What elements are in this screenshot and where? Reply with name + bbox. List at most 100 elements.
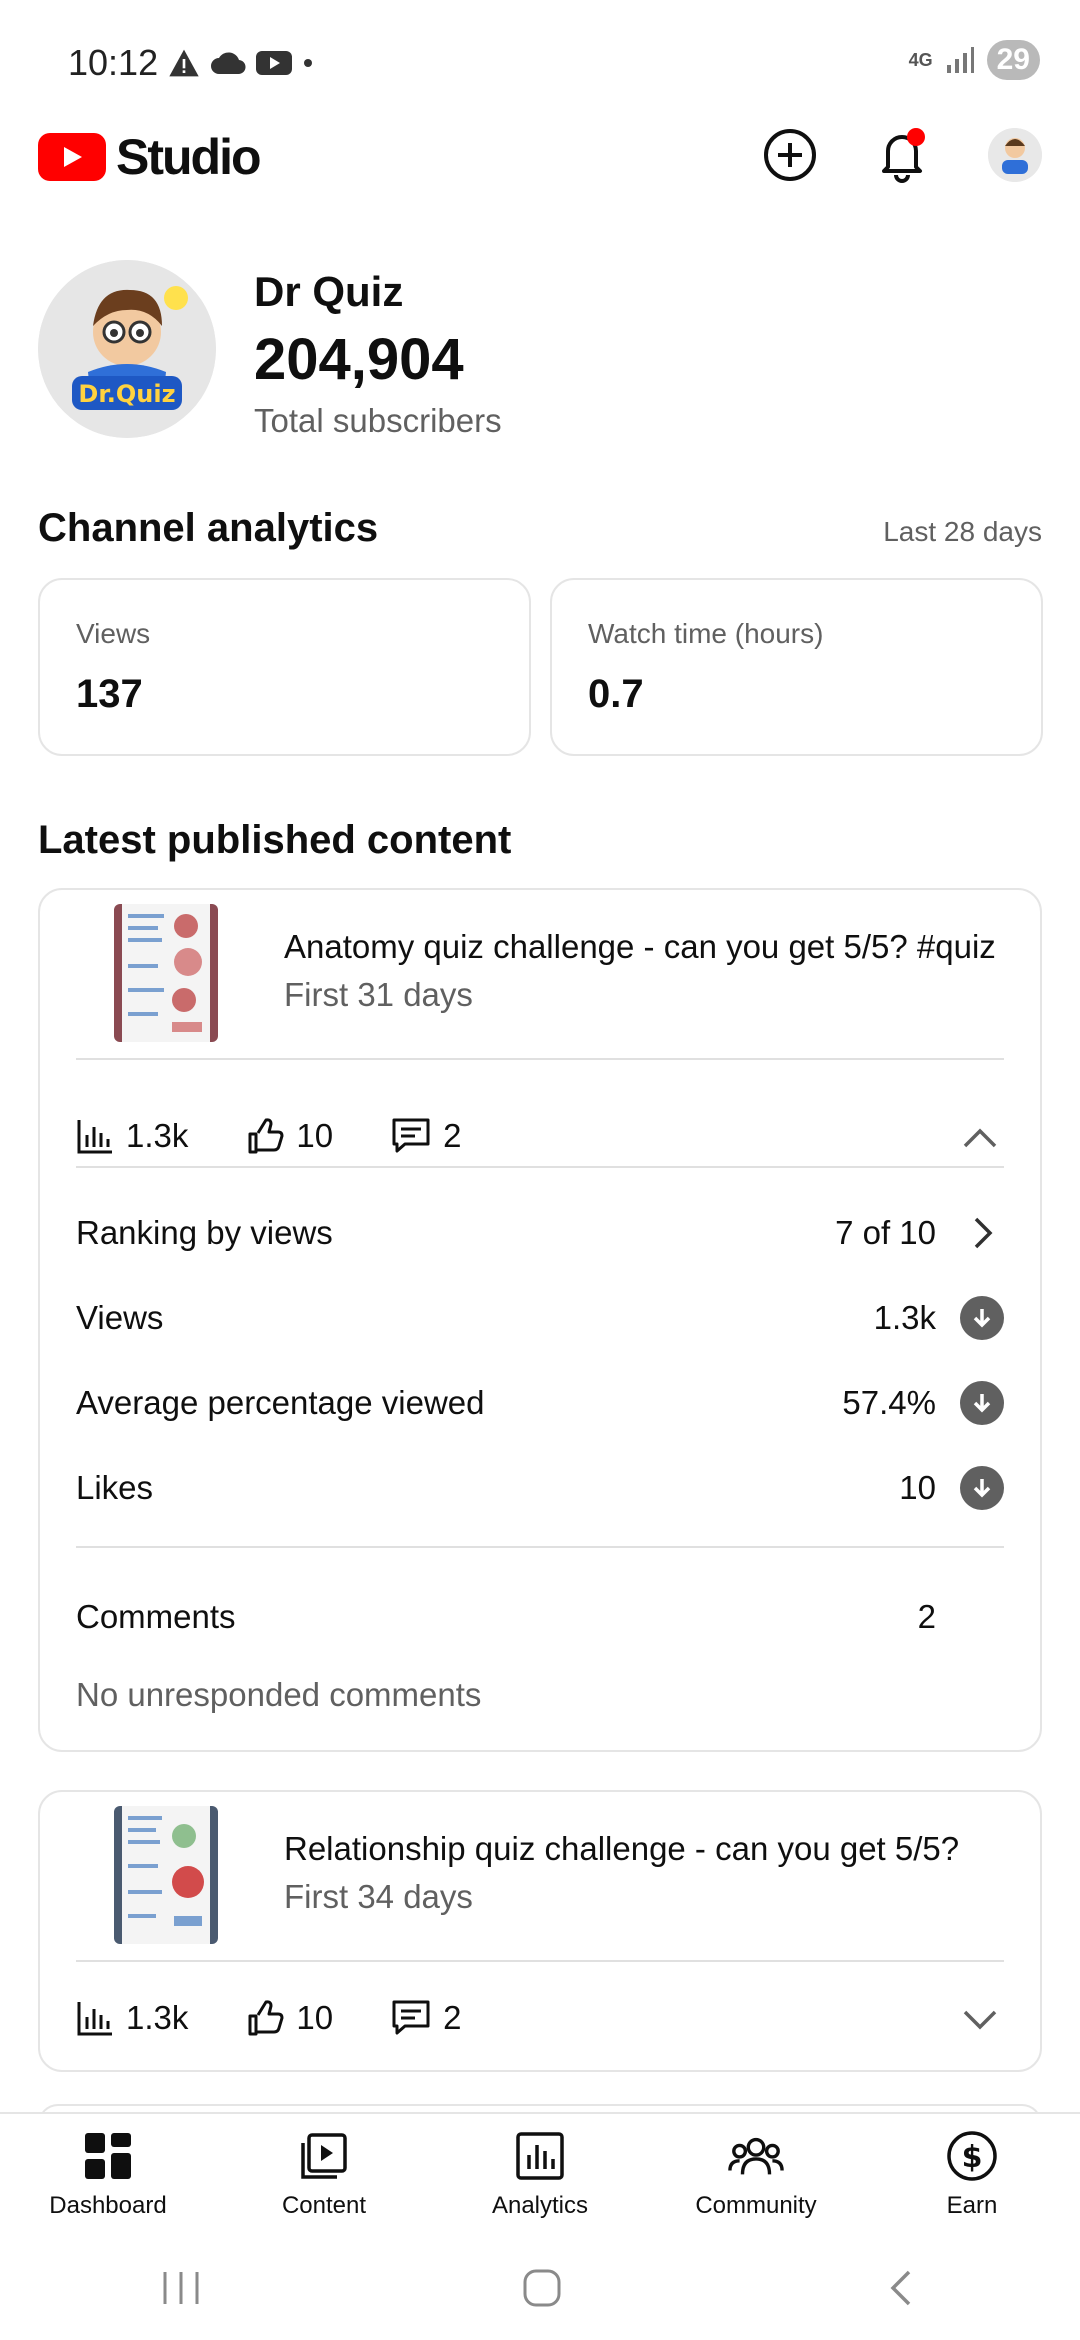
notifications-button[interactable]	[872, 125, 932, 185]
youtube-status-icon	[256, 51, 292, 75]
stat-label: Views	[76, 618, 151, 649]
nav-label: Content	[281, 2192, 367, 2219]
battery-indicator: 29	[986, 40, 1040, 80]
comments-row: Comments 2	[76, 1592, 1004, 1642]
views-value: 1.3k	[126, 1999, 189, 2036]
status-notification-icons	[168, 46, 314, 80]
content-icon	[296, 2128, 352, 2184]
youtube-play-icon	[38, 133, 106, 181]
recents-icon	[163, 2271, 199, 2304]
nav-community[interactable]: Community	[648, 2114, 864, 2232]
nav-label: Dashboard	[49, 2192, 167, 2219]
views-metric: 1.3k	[76, 1117, 188, 1155]
comments-value: 2	[443, 1999, 462, 2036]
nav-earn[interactable]: $ Earn	[864, 2114, 1080, 2232]
channel-analytics-title: Channel analytics	[38, 506, 379, 550]
video-thumbnail[interactable]	[114, 904, 218, 1042]
account-avatar[interactable]	[988, 128, 1042, 182]
channel-name: Dr Quiz	[254, 268, 404, 315]
likes-detail-value: 10	[899, 1469, 936, 1506]
collapse-button[interactable]	[958, 1116, 1002, 1160]
home-button[interactable]	[520, 2266, 564, 2315]
nav-label: Earn	[946, 2192, 998, 2219]
avg-viewed-value: 57.4%	[842, 1384, 936, 1421]
video-title[interactable]: Anatomy quiz challenge - can you get 5/5…	[284, 928, 996, 966]
nav-analytics[interactable]: Analytics	[432, 2114, 648, 2232]
video-thumbnail[interactable]	[114, 1806, 218, 1944]
comments-metric: 2	[391, 1117, 461, 1155]
ranking-label: Ranking by views	[76, 1214, 333, 1251]
stat-value: 137	[76, 672, 143, 716]
network-type: 4G	[908, 49, 933, 70]
views-label: Views	[76, 1299, 164, 1336]
bottom-navigation: Dashboard Content Analytics Community $ …	[0, 2112, 1080, 2232]
expand-button[interactable]	[958, 1998, 1002, 2042]
watch-time-stat-card[interactable]: Watch time (hours) 0.7	[550, 578, 1043, 756]
nav-label: Community	[695, 2192, 817, 2219]
likes-row: Likes 10	[76, 1463, 1004, 1513]
channel-avatar[interactable]: Dr.Quiz	[38, 260, 216, 438]
cloud-icon	[211, 52, 246, 75]
chevron-up-icon	[963, 1128, 997, 1148]
nav-dashboard[interactable]: Dashboard	[0, 2114, 216, 2232]
video-period: First 31 days	[284, 976, 473, 1013]
arrow-down-icon	[960, 1296, 1004, 1340]
subscriber-label: Total subscribers	[254, 402, 502, 439]
recents-button[interactable]	[159, 2268, 203, 2313]
warning-icon	[169, 49, 199, 77]
ranking-value: 7 of 10	[835, 1214, 936, 1251]
thumbnail-image-icon	[122, 904, 210, 1042]
divider	[76, 1058, 1004, 1060]
comments-label: Comments	[76, 1598, 236, 1635]
svg-text:$: $	[962, 2140, 983, 2175]
stat-value: 0.7	[588, 672, 644, 716]
back-button[interactable]	[881, 2266, 921, 2315]
comments-detail-value: 2	[917, 1598, 936, 1635]
likes-metric: 10	[246, 1999, 333, 2037]
comments-value: 2	[443, 1117, 462, 1154]
signal-icon	[946, 47, 974, 73]
create-button[interactable]	[760, 125, 820, 185]
channel-logo-icon: Dr.Quiz	[38, 260, 216, 438]
bar-chart-icon	[77, 1120, 112, 1154]
earn-icon: $	[944, 2128, 1000, 2184]
ranking-row[interactable]: Ranking by views 7 of 10	[76, 1208, 1004, 1258]
arrow-down-icon	[960, 1466, 1004, 1510]
bell-icon	[882, 128, 925, 183]
chevron-right-icon	[974, 1217, 993, 1249]
views-stat-card[interactable]: Views 137	[38, 578, 531, 756]
comment-icon	[392, 2000, 430, 2035]
avatar-image-icon	[988, 128, 1042, 182]
stat-label: Watch time (hours)	[588, 618, 824, 649]
subscriber-count: 204,904	[254, 327, 464, 392]
status-time: 10:12	[68, 42, 159, 83]
home-icon	[523, 2269, 561, 2306]
video-metrics: 1.3k 10 2	[76, 1988, 1004, 2048]
bar-chart-icon	[77, 2002, 112, 2036]
latest-content-title: Latest published content	[38, 818, 512, 862]
thumbs-up-icon	[248, 1118, 284, 1154]
video-period: First 34 days	[284, 1878, 473, 1915]
likes-metric: 10	[246, 1117, 333, 1155]
comments-metric: 2	[391, 1999, 461, 2037]
youtube-studio-logo[interactable]: Studio	[38, 128, 262, 186]
analytics-icon	[512, 2128, 568, 2184]
add-circle-icon	[764, 129, 816, 181]
views-detail-value: 1.3k	[873, 1299, 936, 1336]
likes-label: Likes	[76, 1469, 154, 1506]
unresponded-text: No unresponded comments	[76, 1676, 482, 1713]
divider	[76, 1166, 1004, 1168]
community-icon	[728, 2128, 784, 2184]
analytics-period: Last 28 days	[883, 516, 1042, 547]
video-card: Relationship quiz challenge - can you ge…	[38, 1790, 1042, 2072]
avg-viewed-row: Average percentage viewed 57.4%	[76, 1378, 1004, 1428]
unresponded-comments: No unresponded comments	[76, 1670, 1004, 1720]
divider	[76, 1960, 1004, 1962]
video-title[interactable]: Relationship quiz challenge - can you ge…	[284, 1830, 959, 1868]
likes-value: 10	[296, 1117, 334, 1154]
likes-value: 10	[296, 1999, 334, 2036]
chevron-down-icon	[963, 2010, 997, 2030]
nav-label: Analytics	[491, 2192, 589, 2219]
status-right: 4G 29	[909, 40, 1040, 80]
nav-content[interactable]: Content	[216, 2114, 432, 2232]
